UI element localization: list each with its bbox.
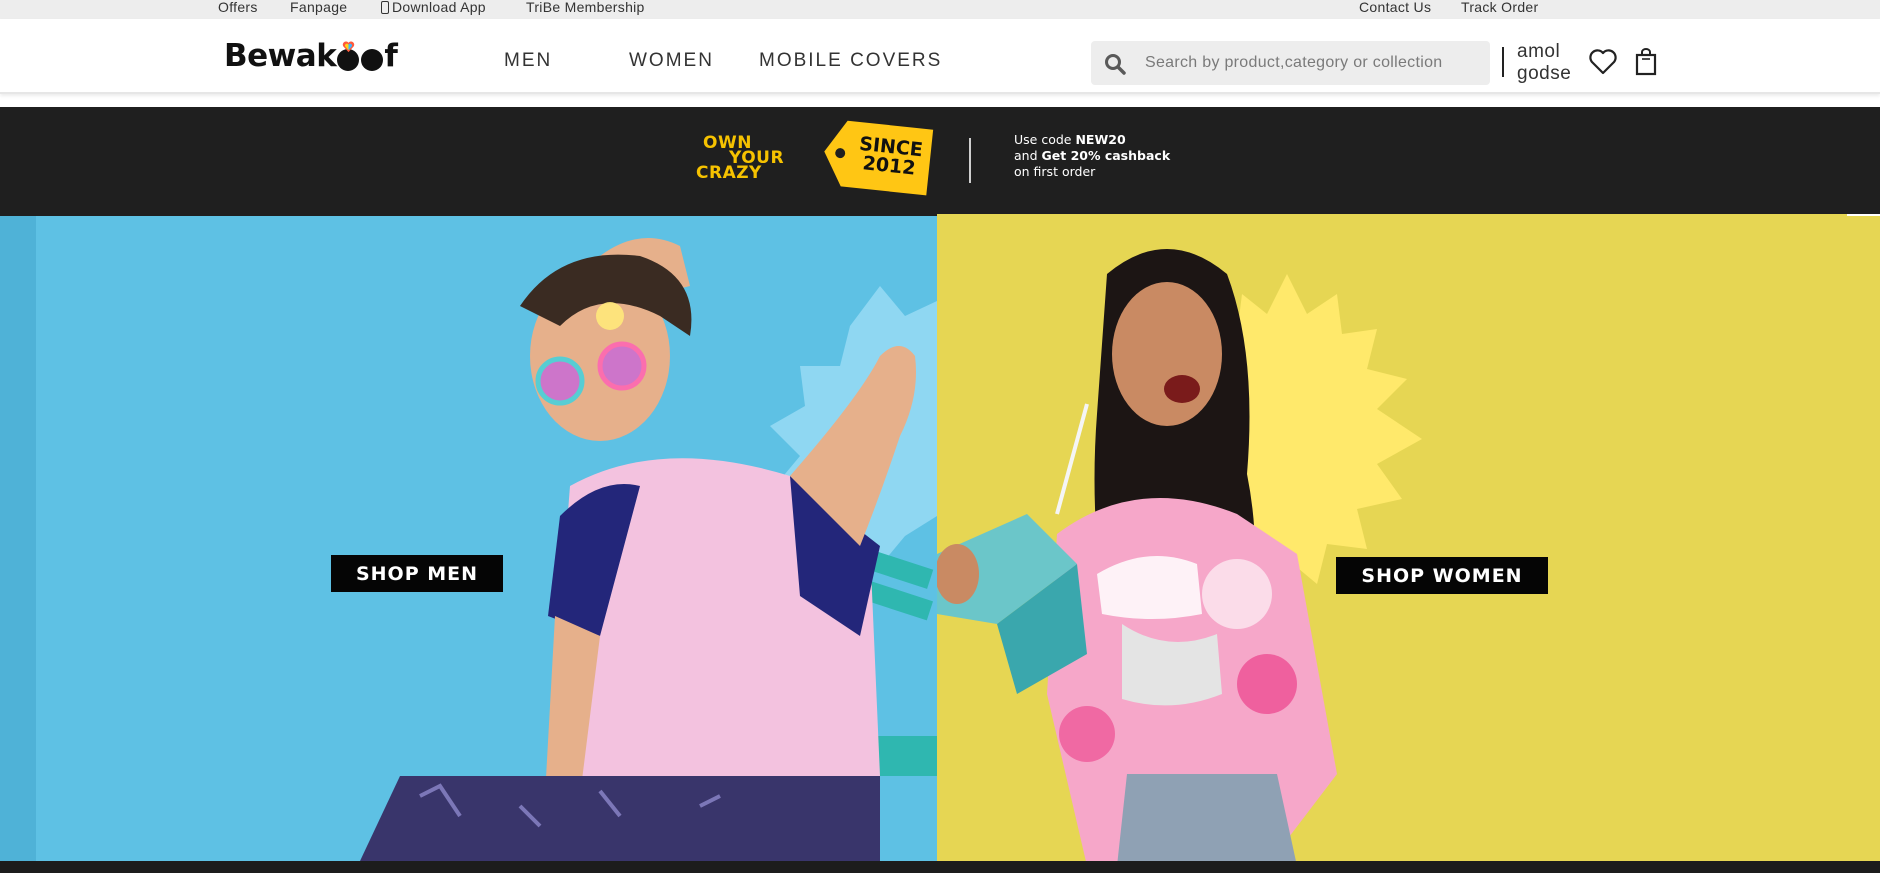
download-app-link[interactable]: Download App	[381, 0, 486, 14]
logo-text-left: Bewak	[224, 38, 337, 74]
fanpage-link[interactable]: Fanpage	[290, 0, 347, 14]
code-prefix: Use code	[1014, 132, 1076, 147]
main-header: Bewak f MEN WOMEN MOBILE COVERS amol god…	[0, 19, 1880, 94]
download-app-label: Download App	[392, 0, 486, 15]
promo-code: NEW20	[1075, 132, 1126, 147]
contact-us-link[interactable]: Contact Us	[1359, 0, 1431, 14]
search-box[interactable]	[1091, 41, 1490, 85]
user-last-name: godse	[1517, 63, 1572, 84]
header-divider	[1502, 47, 1504, 77]
hero-men-panel[interactable]: SHOP MEN	[0, 216, 937, 861]
shop-women-button[interactable]: SHOP WOMEN	[1336, 557, 1548, 594]
promo-divider	[969, 138, 971, 183]
tribe-membership-link[interactable]: TriBe Membership	[526, 0, 645, 14]
search-input[interactable]	[1145, 41, 1480, 85]
bottom-dark-strip	[0, 861, 1880, 873]
nav-men[interactable]: MEN	[504, 50, 552, 72]
user-first-name: amol	[1517, 41, 1561, 62]
nav-women[interactable]: WOMEN	[629, 50, 714, 72]
tagline-line: CRAZY	[696, 163, 762, 183]
heart-icon[interactable]	[1588, 48, 1618, 76]
first-order-text: on first order	[1014, 164, 1096, 179]
logo-eyes-icon	[337, 41, 384, 71]
logo-text-right: f	[384, 38, 398, 74]
user-account[interactable]: amol godse	[1517, 41, 1571, 85]
track-order-link[interactable]: Track Order	[1461, 0, 1538, 14]
promo-code-text: Use code NEW20 and Get 20% cashback on f…	[1014, 132, 1170, 180]
top-utility-bar: Offers Fanpage Download App TriBe Member…	[0, 0, 1880, 19]
cashback-prefix: and	[1014, 148, 1042, 163]
brand-logo[interactable]: Bewak f	[224, 38, 398, 74]
shop-men-button[interactable]: SHOP MEN	[331, 555, 503, 592]
bag-icon[interactable]	[1634, 48, 1658, 76]
men-model-image	[360, 238, 937, 861]
promo-banner[interactable]	[0, 107, 1880, 216]
cashback-offer: Get 20% cashback	[1041, 148, 1171, 163]
own-your-crazy-tagline: OWN YOUR CRAZY	[696, 135, 784, 183]
search-icon[interactable]	[1103, 52, 1127, 76]
women-model-image	[937, 249, 1422, 866]
offers-link[interactable]: Offers	[218, 0, 258, 14]
nav-mobile-covers[interactable]: MOBILE COVERS	[759, 50, 942, 72]
phone-icon	[381, 1, 389, 14]
hero-women-panel[interactable]: SHOP WOMEN	[937, 214, 1880, 866]
